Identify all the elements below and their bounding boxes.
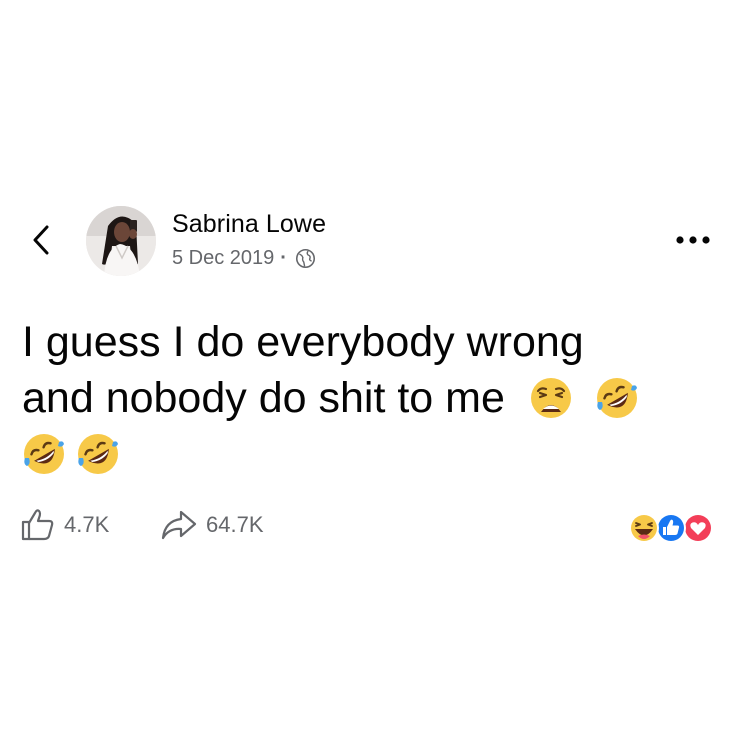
share-count: 64.7K xyxy=(206,512,264,537)
more-options-button[interactable] xyxy=(674,230,712,250)
post-text-line-3 xyxy=(22,426,712,482)
like-count: 4.7K xyxy=(64,512,110,537)
rolling-on-floor-laughing-emoji xyxy=(78,434,118,474)
rolling-on-floor-laughing-emoji xyxy=(596,378,637,418)
post-date[interactable]: 5 Dec 2019 xyxy=(172,247,274,270)
globe-icon[interactable] xyxy=(295,248,316,269)
avatar-photo xyxy=(86,206,156,276)
post-text-line-2-text: and nobody do shit to me xyxy=(22,374,505,422)
weary-face-emoji xyxy=(530,378,571,418)
like-button[interactable]: 4.7K xyxy=(20,508,109,542)
post-meta: 5 Dec 2019 · xyxy=(172,247,316,270)
post-text-line-1: I guess I do everybody wrong xyxy=(22,318,584,366)
haha-reaction-icon xyxy=(629,513,659,543)
avatar[interactable] xyxy=(86,206,156,276)
back-button[interactable] xyxy=(28,224,56,256)
meta-separator: · xyxy=(280,247,287,269)
share-button[interactable]: 64.7K xyxy=(160,508,264,542)
like-reaction-icon xyxy=(656,513,686,543)
post-text: I guess I do everybody wrong and nobody … xyxy=(22,314,712,482)
chevron-left-icon xyxy=(33,225,49,255)
rolling-on-floor-laughing-emoji xyxy=(24,434,64,474)
author-name[interactable]: Sabrina Lowe xyxy=(172,210,326,239)
share-arrow-icon xyxy=(161,510,197,540)
reaction-summary[interactable] xyxy=(626,511,716,545)
reaction-icons xyxy=(629,513,713,543)
thumbs-up-outline-icon xyxy=(21,509,54,541)
post-screen: Sabrina Lowe 5 Dec 2019 · I guess I do e… xyxy=(0,0,736,736)
post-text-line-2: and nobody do shit to me xyxy=(22,370,712,426)
love-reaction-icon xyxy=(683,513,713,543)
more-horizontal-icon xyxy=(676,236,710,244)
